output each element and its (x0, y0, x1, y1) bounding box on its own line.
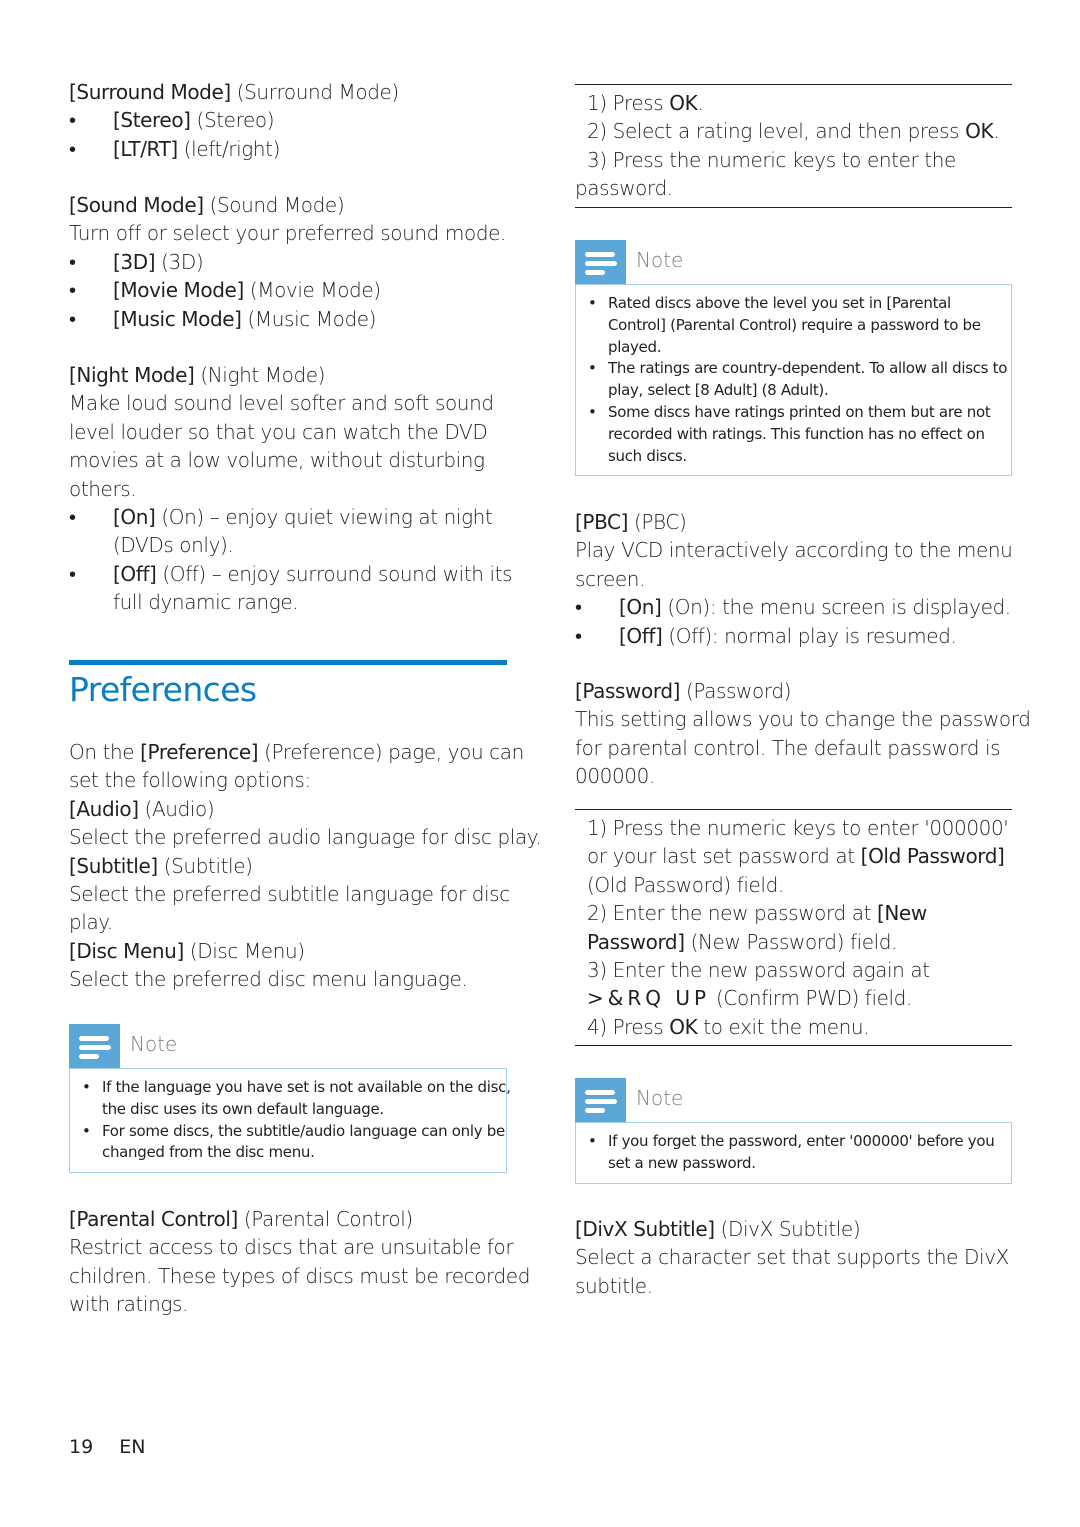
list-item: • [Off] (Off) – enjoy surround sound with… (69, 561, 513, 615)
bullet-icon: • (588, 294, 597, 312)
list-item: • [On] (On): the menu screen is displayed… (575, 593, 1012, 621)
list-item: • Some discs have ratings printed on the… (588, 402, 991, 465)
list-item: • [Music Mode] (Music Mode) (69, 305, 507, 333)
step-item: 3) Enter the new password again at (587, 958, 930, 983)
pbc-section: [PBC] (PBC) Play VCD interactively accor… (575, 508, 1013, 650)
steps-box-rating: 1) Press OK. 2) Select a rating level, a… (575, 84, 1012, 208)
bullet-icon: • (588, 359, 597, 378)
language-code: EN (119, 1436, 146, 1458)
step-item: 1) Press OK. (587, 91, 704, 115)
sound-mode-label: [Sound Mode] (69, 193, 204, 217)
preferences-section: On the [Preference] (Preference) page, y… (69, 740, 542, 992)
password-label: [Password] (575, 679, 681, 703)
bullet-icon: • (69, 306, 76, 331)
bullet-icon: • (575, 623, 582, 648)
bullet-icon: • (82, 1121, 91, 1140)
pbc-label: [PBC] (575, 510, 629, 534)
bullet-icon: • (588, 402, 597, 421)
step-item: 2) Enter the new password at [New (587, 901, 927, 926)
list-item: • [Stereo] (Stereo) (69, 106, 507, 134)
note-box-ratings: Note • Rated discs above the level you s… (575, 240, 1012, 477)
divx-subtitle-label: [DivX Subtitle] (575, 1217, 715, 1241)
section-heading-preferences: Preferences (69, 670, 257, 709)
list-item: • If the language you have set is not ava… (82, 1078, 511, 1118)
parental-control-label: [Parental Control] (69, 1207, 238, 1231)
night-mode-label: [Night Mode] (69, 363, 195, 387)
step-item: 2) Select a rating level, and then press… (587, 119, 1000, 144)
bullet-icon: • (588, 1132, 597, 1150)
list-item: • [3D] (3D) (69, 248, 507, 276)
subtitle-label: [Subtitle] (69, 853, 158, 878)
list-item: • [Off] (Off): normal play is resumed. (575, 622, 1012, 650)
note-icon (69, 1024, 120, 1068)
page-footer: 19 EN (69, 1436, 145, 1458)
list-item: • [Movie Mode] (Movie Mode) (69, 276, 507, 304)
bullet-icon: • (69, 108, 76, 133)
bullet-icon: • (69, 278, 76, 303)
note-icon (575, 240, 626, 284)
note-title: Note (636, 248, 684, 272)
note-box-language: Note • If the language you have set is no… (69, 1024, 511, 1174)
step-item: 1) Press the numeric keys to enter '0000… (587, 816, 1009, 840)
note-icon (575, 1078, 626, 1122)
divx-subtitle-section: [DivX Subtitle] (DivX Subtitle) Select a… (575, 1217, 1009, 1298)
surround-mode-section: [Surround Mode] (Surround Mode) • [Stereo… (69, 78, 507, 163)
audio-label: [Audio] (69, 796, 139, 821)
step-item: 4) Press OK to exit the menu. (587, 1014, 870, 1039)
page-number: 19 (69, 1436, 94, 1458)
surround-mode-label: [Surround Mode] (69, 80, 231, 104)
bullet-icon: • (69, 136, 76, 161)
sound-mode-section: [Sound Mode] (Sound Mode) Turn off or se… (69, 191, 507, 333)
list-item: • For some discs, the subtitle/audio lang… (82, 1121, 505, 1162)
bullet-icon: • (69, 505, 76, 530)
password-section: [Password] (Password) This setting allow… (575, 679, 1031, 789)
note-title: Note (636, 1086, 684, 1110)
steps-box-password: 1) Press the numeric keys to enter '0000… (575, 809, 1012, 1047)
list-item: • The ratings are country-dependent. To … (588, 359, 1008, 400)
list-item: • [On] (On) – enjoy quiet viewing at nigh… (69, 505, 493, 558)
note-box-password: Note • If you forget the password, enter … (575, 1078, 1012, 1184)
note-title: Note (130, 1032, 178, 1056)
bullet-icon: • (82, 1078, 91, 1096)
section-divider (69, 660, 507, 665)
list-item: • [LT/RT] (left/right) (69, 135, 507, 163)
bullet-icon: • (69, 561, 76, 586)
disc-menu-label: [Disc Menu] (69, 938, 184, 963)
bullet-icon: • (575, 595, 582, 620)
list-item: • If you forget the password, enter '0000… (588, 1132, 995, 1172)
parental-control-section: [Parental Control] (Parental Control) Re… (69, 1207, 530, 1317)
list-item: • Rated discs above the level you set in… (588, 294, 981, 356)
step-item: 3) Press the numeric keys to enter the (587, 147, 956, 172)
bullet-icon: • (69, 249, 76, 274)
night-mode-section: [Night Mode] (Night Mode) Make loud soun… (69, 361, 513, 617)
